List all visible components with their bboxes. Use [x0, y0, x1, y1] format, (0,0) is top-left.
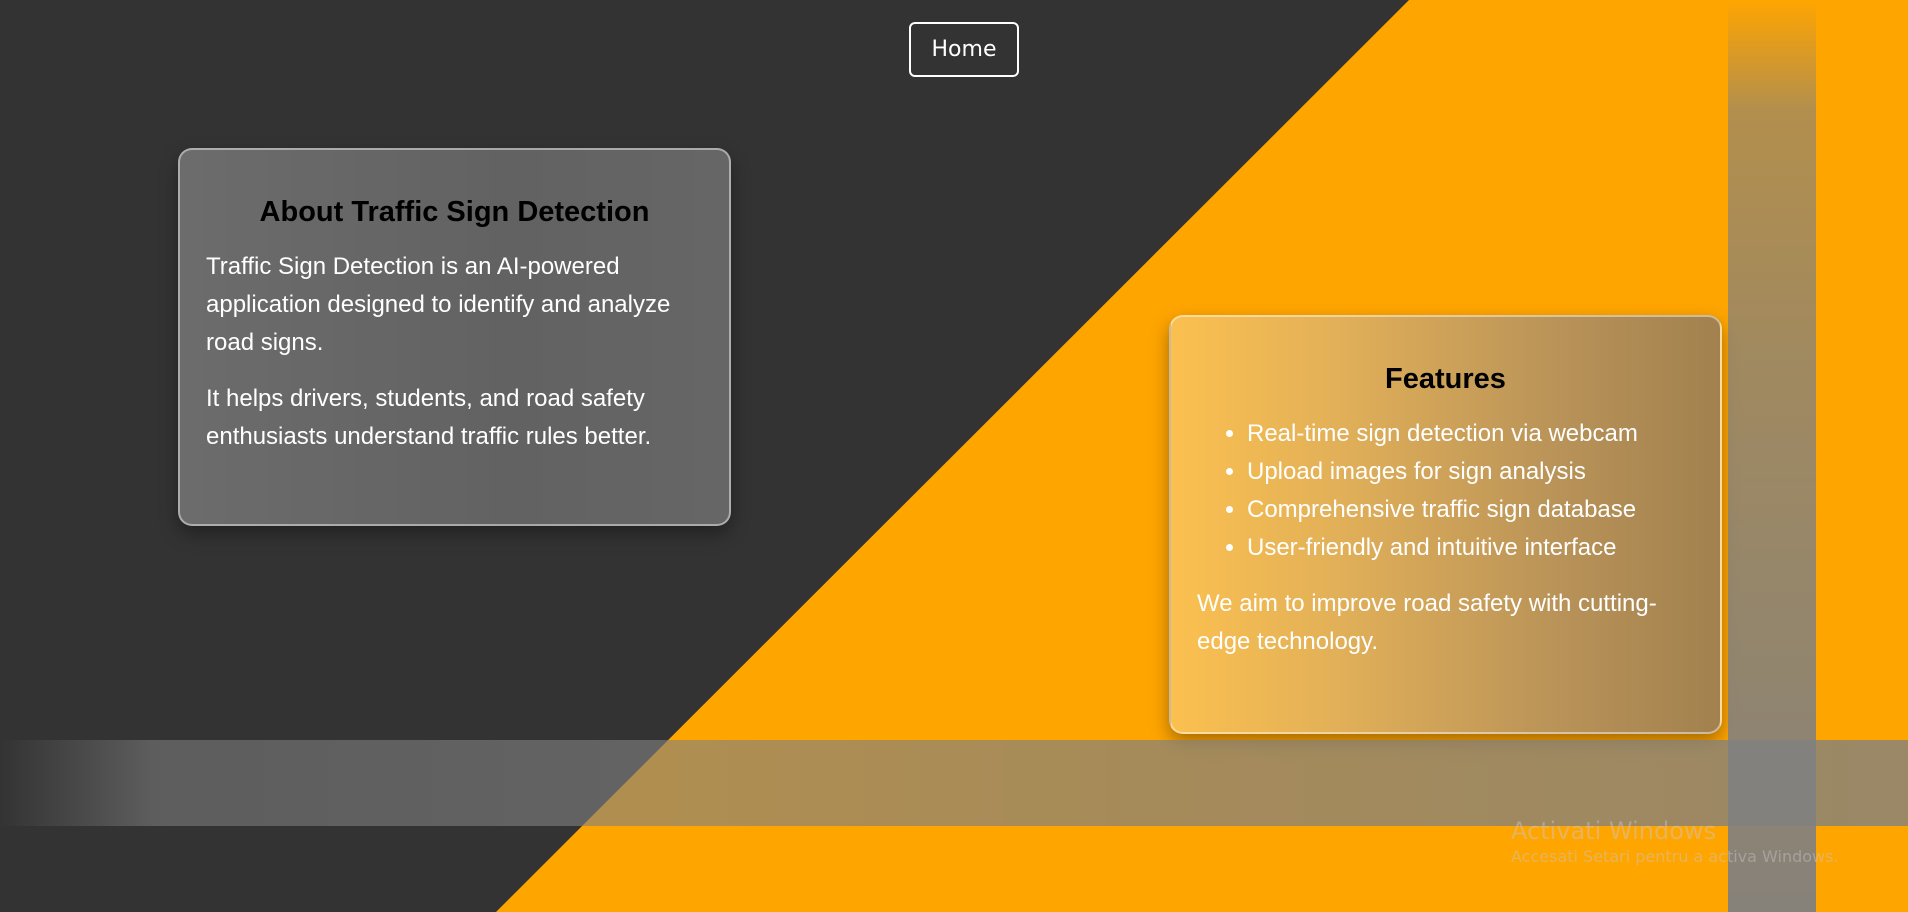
feature-item-interface: User-friendly and intuitive interface	[1247, 529, 1694, 567]
about-paragraph-2: It helps drivers, students, and road saf…	[206, 385, 652, 450]
watermark-subtitle: Accesati Setari pentru a activa Windows.	[1511, 847, 1839, 866]
features-title: Features	[1385, 363, 1506, 395]
features-card: Features Real-time sign detection via we…	[1169, 315, 1722, 734]
about-paragraph-1: Traffic Sign Detection is an AI-powered …	[206, 253, 671, 356]
top-navigation: Home	[0, 22, 1908, 77]
feature-item-webcam: Real-time sign detection via webcam	[1247, 415, 1694, 453]
features-list: Real-time sign detection via webcam Uplo…	[1197, 415, 1694, 567]
feature-item-upload: Upload images for sign analysis	[1247, 453, 1694, 491]
home-button[interactable]: Home	[909, 22, 1019, 77]
watermark-title: Activati Windows	[1511, 817, 1717, 845]
about-card: About Traffic Sign Detection Traffic Sig…	[178, 148, 731, 526]
features-closing-text: We aim to improve road safety with cutti…	[1197, 590, 1657, 655]
windows-activation-watermark: Activati Windows Accesati Setari pentru …	[1511, 816, 1839, 868]
about-title: About Traffic Sign Detection	[259, 196, 650, 228]
feature-item-database: Comprehensive traffic sign database	[1247, 491, 1694, 529]
